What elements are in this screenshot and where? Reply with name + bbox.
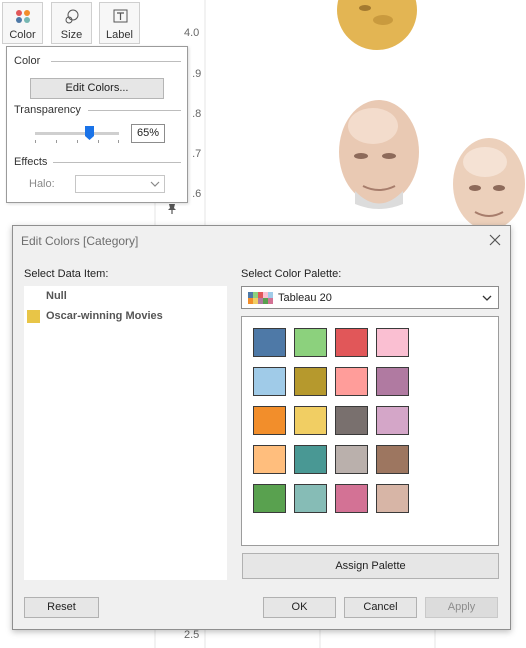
data-item-swatch: [27, 310, 40, 323]
palette-color-swatch[interactable]: [335, 484, 368, 513]
color-settings-popup: Color Edit Colors... Transparency 65% Ef…: [6, 46, 188, 203]
dialog-title: Edit Colors [Category]: [21, 234, 139, 248]
transparency-section-title: Transparency: [14, 104, 81, 116]
label-icon: [113, 9, 128, 23]
slider-tick: [98, 140, 99, 143]
reset-button[interactable]: Reset: [24, 597, 99, 618]
effects-section-title: Effects: [14, 156, 48, 168]
y-tick-label: 4.0: [184, 27, 200, 39]
section-divider: [53, 162, 181, 163]
slider-tick: [118, 140, 119, 143]
ok-button[interactable]: OK: [263, 597, 336, 618]
data-item-oscar-winning-movies[interactable]: Oscar-winning Movies: [24, 306, 227, 326]
palette-preview-icon: [248, 292, 273, 304]
palette-color-swatch[interactable]: [253, 328, 286, 357]
palette-color-swatch[interactable]: [253, 367, 286, 396]
color-palette-dropdown[interactable]: Tableau 20: [241, 286, 499, 309]
color-section-title: Color: [14, 55, 41, 67]
marks-label-button[interactable]: Label: [99, 2, 140, 44]
palette-color-swatch[interactable]: [335, 328, 368, 357]
halo-dropdown[interactable]: [75, 175, 165, 193]
palette-swatch-grid: [241, 316, 499, 546]
chevron-down-icon: [482, 295, 492, 301]
palette-color-swatch[interactable]: [376, 484, 409, 513]
halo-label: Halo:: [29, 178, 55, 190]
palette-color-swatch[interactable]: [294, 406, 327, 435]
section-divider: [51, 61, 181, 62]
pin-icon[interactable]: [166, 203, 178, 215]
palette-color-swatch[interactable]: [294, 367, 327, 396]
palette-color-swatch[interactable]: [335, 367, 368, 396]
y-tick-label: 2.5: [184, 629, 200, 641]
select-data-item-label: Select Data Item:: [24, 268, 109, 280]
assign-palette-button[interactable]: Assign Palette: [242, 553, 499, 579]
palette-name: Tableau 20: [278, 292, 332, 304]
marks-color-button[interactable]: Color: [2, 2, 43, 44]
slider-tick: [77, 140, 78, 143]
palette-color-swatch[interactable]: [253, 445, 286, 474]
apply-button[interactable]: Apply: [425, 597, 498, 618]
data-item-list: Null Oscar-winning Movies: [24, 286, 227, 580]
palette-color-swatch[interactable]: [294, 328, 327, 357]
color-button-label: Color: [9, 29, 36, 41]
face-mark-image: [337, 0, 417, 50]
edit-colors-button[interactable]: Edit Colors...: [30, 78, 164, 99]
section-divider: [88, 110, 181, 111]
edit-colors-dialog: Edit Colors [Category] Select Data Item:…: [12, 225, 511, 630]
size-button-label: Size: [60, 29, 83, 41]
face-mark-image: [453, 138, 525, 230]
transparency-slider-track[interactable]: [35, 132, 119, 135]
close-icon[interactable]: [488, 233, 502, 247]
palette-color-swatch[interactable]: [253, 484, 286, 513]
size-icon: [65, 9, 79, 24]
data-item-label: Oscar-winning Movies: [46, 310, 163, 322]
transparency-slider-thumb[interactable]: [85, 126, 94, 140]
face-mark-image: [339, 100, 419, 209]
slider-tick: [35, 140, 36, 143]
data-item-null[interactable]: Null: [24, 286, 227, 306]
palette-color-swatch[interactable]: [335, 445, 368, 474]
chevron-down-icon: [150, 181, 160, 187]
slider-tick: [56, 140, 57, 143]
select-color-palette-label: Select Color Palette:: [241, 268, 342, 280]
palette-color-swatch[interactable]: [335, 406, 368, 435]
palette-color-swatch[interactable]: [294, 484, 327, 513]
palette-color-swatch[interactable]: [376, 367, 409, 396]
marks-size-button[interactable]: Size: [51, 2, 92, 44]
palette-color-swatch[interactable]: [376, 406, 409, 435]
label-button-label: Label: [106, 29, 133, 41]
transparency-value-field[interactable]: 65%: [131, 124, 165, 143]
palette-color-swatch[interactable]: [376, 328, 409, 357]
palette-color-swatch[interactable]: [376, 445, 409, 474]
data-item-label: Null: [46, 290, 67, 302]
palette-color-swatch[interactable]: [294, 445, 327, 474]
palette-color-swatch[interactable]: [253, 406, 286, 435]
color-dots-icon: [16, 10, 30, 23]
cancel-button[interactable]: Cancel: [344, 597, 417, 618]
